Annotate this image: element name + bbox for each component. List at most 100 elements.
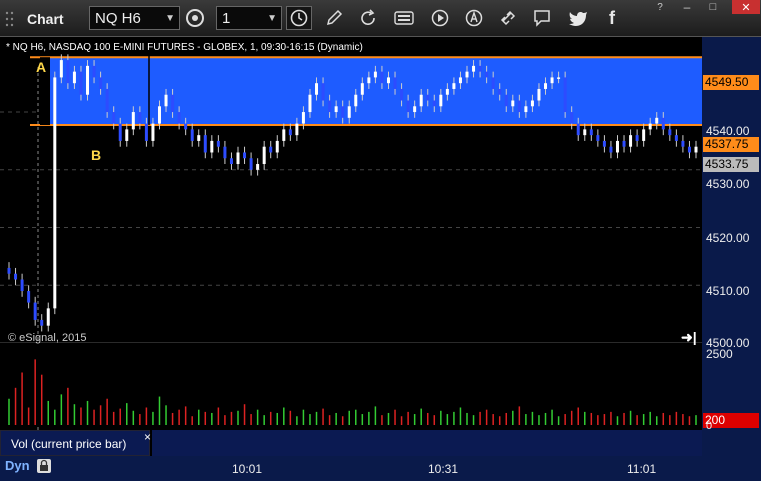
volume-bar <box>34 359 36 425</box>
pencil-icon[interactable] <box>324 8 344 28</box>
volume-bar <box>669 415 671 425</box>
volume-bar <box>655 416 658 425</box>
candle-body <box>602 140 606 147</box>
candle-body <box>589 129 593 136</box>
volume-bar <box>132 410 135 425</box>
candle-body <box>203 135 207 153</box>
interval-input[interactable]: 1 ▼ <box>216 6 282 30</box>
volume-bar <box>217 407 220 425</box>
scroll-to-end-icon[interactable]: ➜| <box>681 329 697 346</box>
chevron-down-icon[interactable]: ▼ <box>267 7 277 31</box>
candle-body <box>426 94 430 101</box>
volume-bar <box>99 405 102 425</box>
facebook-icon[interactable]: f <box>604 8 620 28</box>
candle-body <box>131 112 135 130</box>
symbol-input[interactable]: NQ H6 ▼ <box>89 6 180 30</box>
volume-bar <box>256 409 259 425</box>
volume-bar <box>426 412 429 425</box>
help-button[interactable]: ? <box>653 0 667 14</box>
volume-bar <box>479 411 481 425</box>
minimize-button[interactable]: – <box>678 0 696 14</box>
candle-body <box>184 123 188 130</box>
dynamic-mode-label[interactable]: Dyn <box>5 458 30 473</box>
candle-body <box>583 129 587 136</box>
volume-tick: 0 <box>706 420 713 432</box>
candle-body <box>40 319 44 326</box>
candle-body <box>668 129 672 136</box>
candle-body <box>86 65 90 95</box>
volume-bar <box>204 411 207 425</box>
lock-icon[interactable] <box>37 459 51 473</box>
volume-bar <box>243 404 246 425</box>
candle-body <box>151 123 155 141</box>
range-zone[interactable] <box>50 57 702 126</box>
candle-body <box>269 146 273 153</box>
close-button[interactable]: ✕ <box>732 0 760 14</box>
candle-body <box>393 77 397 89</box>
volume-bar <box>250 414 252 425</box>
volume-bar <box>387 412 390 425</box>
comment-icon[interactable] <box>532 8 552 28</box>
volume-bar <box>512 410 514 425</box>
time-tick: 10:31 <box>428 462 459 476</box>
volume-bar <box>289 410 292 425</box>
volume-bar <box>538 415 540 425</box>
candle-body <box>524 106 528 113</box>
candle-body <box>223 146 227 159</box>
keyboard-icon[interactable] <box>393 8 415 28</box>
high-price-tag: 4549.50 <box>703 75 759 90</box>
candle-body <box>648 123 652 130</box>
volume-bar <box>623 412 625 425</box>
volume-bar <box>106 398 108 425</box>
volume-bar <box>80 407 82 425</box>
time-tick: 11:01 <box>627 462 657 476</box>
volume-study-tab[interactable]: Vol (current price bar) <box>0 430 150 456</box>
candle-body <box>530 100 534 107</box>
play-icon[interactable] <box>430 8 450 28</box>
twitter-icon[interactable] <box>567 8 589 28</box>
volume-bar <box>570 410 573 425</box>
interval-value: 1 <box>222 10 231 27</box>
volume-bar <box>629 410 632 425</box>
volume-bar <box>283 407 285 425</box>
link-icon[interactable] <box>498 8 518 28</box>
volume-bar <box>309 414 311 425</box>
refresh-icon[interactable] <box>358 8 378 28</box>
volume-bar <box>518 406 521 425</box>
candle-body <box>687 146 691 153</box>
candle-body <box>341 106 345 118</box>
maximize-button[interactable]: □ <box>704 0 722 14</box>
candle-body <box>288 129 292 136</box>
candle-body <box>622 140 626 147</box>
volume-bar <box>413 414 416 425</box>
chevron-down-icon[interactable]: ▼ <box>165 7 175 31</box>
grip-icon[interactable] <box>4 9 18 29</box>
candle-body <box>99 77 103 89</box>
candle-body <box>635 135 639 141</box>
candle-body <box>275 140 279 153</box>
candle-body <box>301 112 305 124</box>
candle-body <box>177 112 181 124</box>
candle-body <box>66 60 70 84</box>
volume-bar <box>145 407 148 425</box>
candle-body <box>210 140 214 153</box>
candle-body <box>138 112 142 124</box>
clock-icon[interactable] <box>286 6 312 30</box>
candle-body <box>328 100 332 113</box>
volume-bar <box>269 411 272 425</box>
volume-bar <box>152 411 154 425</box>
volume-bar <box>525 414 527 425</box>
candle-body <box>615 140 619 153</box>
close-icon[interactable]: × <box>144 430 151 444</box>
price-chart[interactable] <box>0 37 761 457</box>
volume-bar <box>485 409 488 425</box>
gear-icon[interactable] <box>184 8 206 28</box>
volume-bar <box>296 416 298 425</box>
volume-bar <box>184 406 187 425</box>
volume-bar <box>453 411 455 425</box>
volume-bar <box>47 400 50 425</box>
candle-body <box>544 83 548 89</box>
volume-bar <box>54 409 56 425</box>
candle-body <box>105 88 109 113</box>
alert-icon[interactable] <box>464 8 484 28</box>
